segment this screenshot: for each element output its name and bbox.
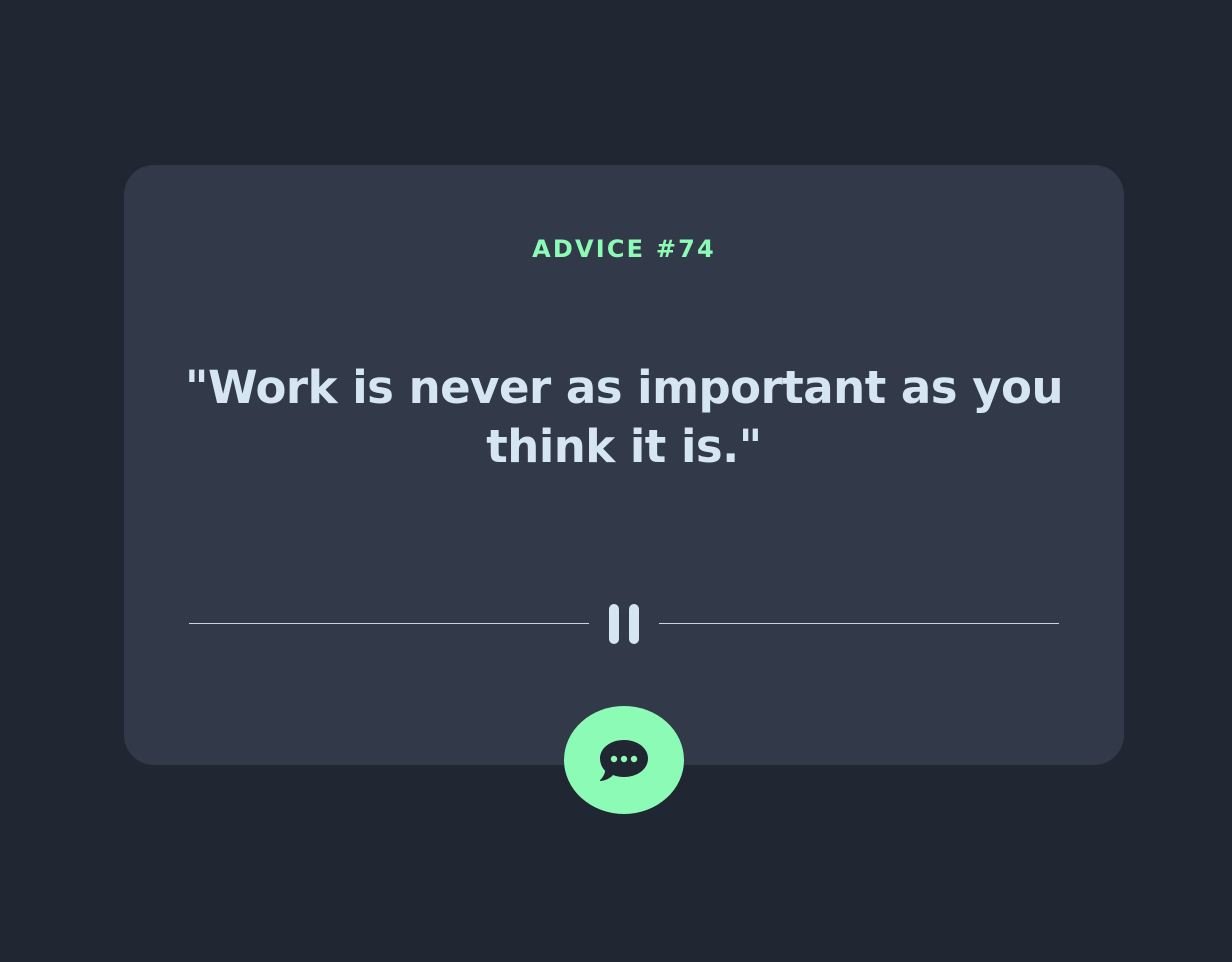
chat-bubble-icon <box>599 740 648 781</box>
advice-card: ADVICE #74 "Work is never as important a… <box>124 165 1124 765</box>
advice-number: ADVICE #74 <box>532 235 716 263</box>
new-advice-button[interactable] <box>564 706 684 814</box>
advice-quote: "Work is never as important as you think… <box>185 361 1063 473</box>
pattern-divider <box>189 603 1059 645</box>
pause-bar-right <box>629 604 639 644</box>
pause-icon <box>609 603 639 645</box>
divider-line-left <box>189 623 589 624</box>
divider-line-right <box>659 623 1059 624</box>
pause-bar-left <box>609 604 619 644</box>
